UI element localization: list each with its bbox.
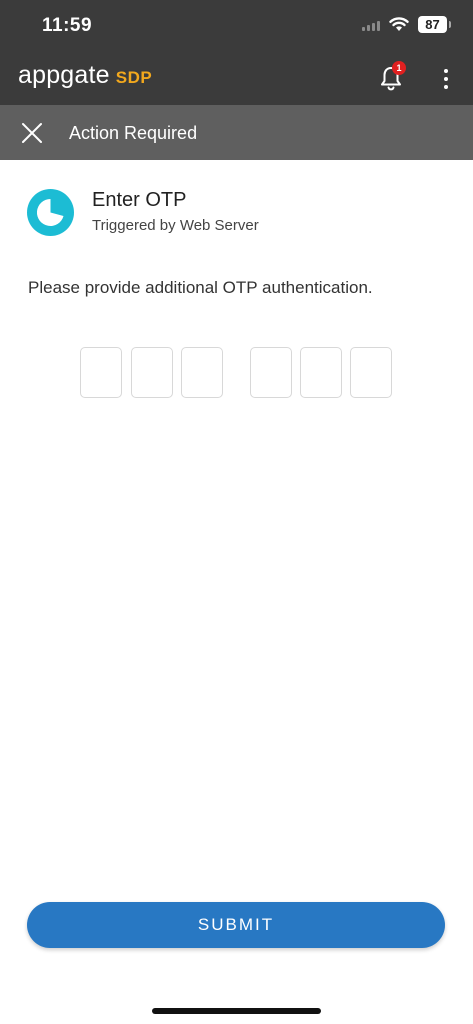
- battery-icon: 87: [418, 16, 451, 33]
- otp-digit-5[interactable]: [300, 347, 342, 398]
- wifi-icon: [389, 17, 409, 31]
- status-time: 11:59: [42, 15, 93, 36]
- more-vertical-icon[interactable]: [436, 67, 456, 91]
- submit-button[interactable]: SUBMIT: [27, 902, 445, 948]
- pie-clock-icon: [27, 189, 74, 236]
- home-indicator: [152, 1008, 321, 1014]
- otp-digit-6[interactable]: [350, 347, 392, 398]
- otp-digit-3[interactable]: [181, 347, 223, 398]
- otp-digit-1[interactable]: [80, 347, 122, 398]
- sub-header-title: Action Required: [69, 123, 198, 143]
- brand-logo: appgate SDP: [18, 61, 152, 90]
- notifications-button[interactable]: 1: [378, 61, 406, 92]
- instruction-text: Please provide additional OTP authentica…: [28, 278, 373, 297]
- status-bar: 11:59 87: [0, 0, 473, 52]
- brand-product: SDP: [115, 68, 153, 87]
- action-subtitle: Triggered by Web Server: [92, 217, 259, 234]
- signal-icon: [362, 19, 380, 31]
- status-icons: 87: [362, 16, 451, 33]
- action-title: Enter OTP: [92, 189, 187, 211]
- close-icon[interactable]: [20, 121, 44, 145]
- otp-digit-4[interactable]: [250, 347, 292, 398]
- brand-name: appgate: [18, 61, 110, 89]
- notification-badge: 1: [392, 61, 406, 75]
- otp-digit-2[interactable]: [131, 347, 173, 398]
- sub-header: Action Required: [0, 105, 473, 160]
- app-bar: appgate SDP 1: [0, 52, 473, 105]
